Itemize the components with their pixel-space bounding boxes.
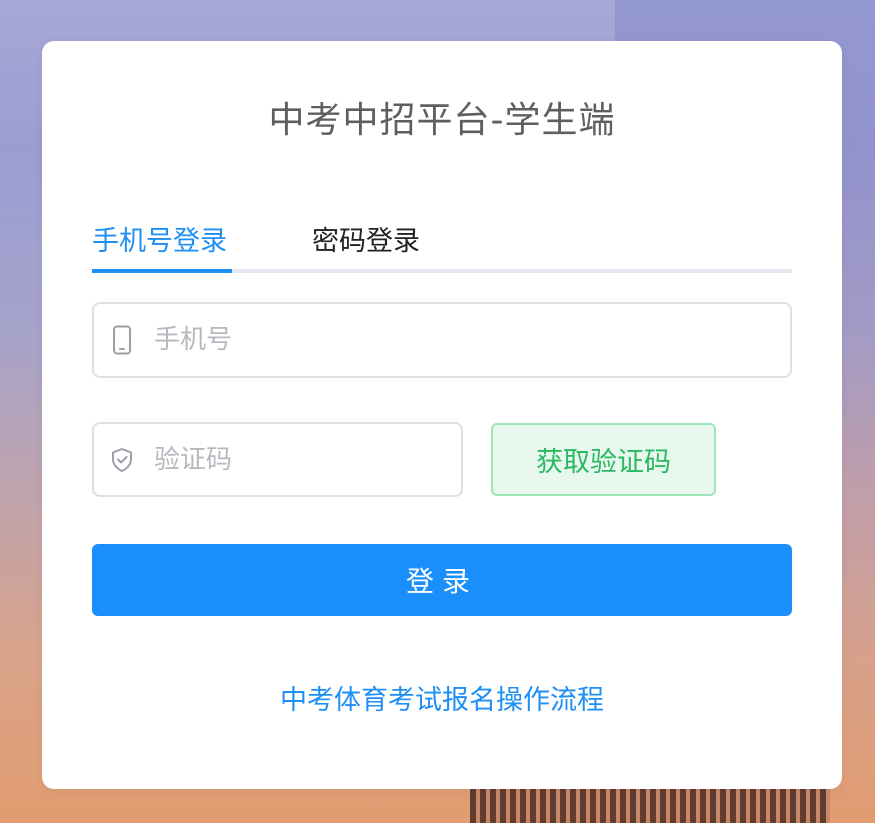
page-title: 中考中招平台-学生端 (268, 100, 616, 141)
tab-active-indicator (92, 269, 232, 273)
get-code-button[interactable]: 获取验证码 (491, 423, 716, 496)
shield-check-icon (110, 444, 134, 476)
mobile-phone-icon (110, 324, 134, 356)
login-tabs: 手机号登录 密码登录 (92, 211, 792, 273)
phone-input[interactable] (154, 304, 774, 376)
process-guide-link[interactable]: 中考体育考试报名操作流程 (42, 678, 842, 717)
login-button[interactable]: 登录 (92, 544, 792, 616)
verification-code-field[interactable] (92, 422, 463, 497)
verification-code-input[interactable] (154, 424, 444, 495)
login-card: 中考中招平台-学生端 手机号登录 密码登录 获取验证码 登录 中考体育考试报名操… (42, 41, 842, 789)
background-building-image (470, 783, 830, 823)
tab-phone-login[interactable]: 手机号登录 (92, 219, 227, 258)
tab-password-login[interactable]: 密码登录 (312, 219, 420, 258)
phone-field[interactable] (92, 302, 792, 378)
